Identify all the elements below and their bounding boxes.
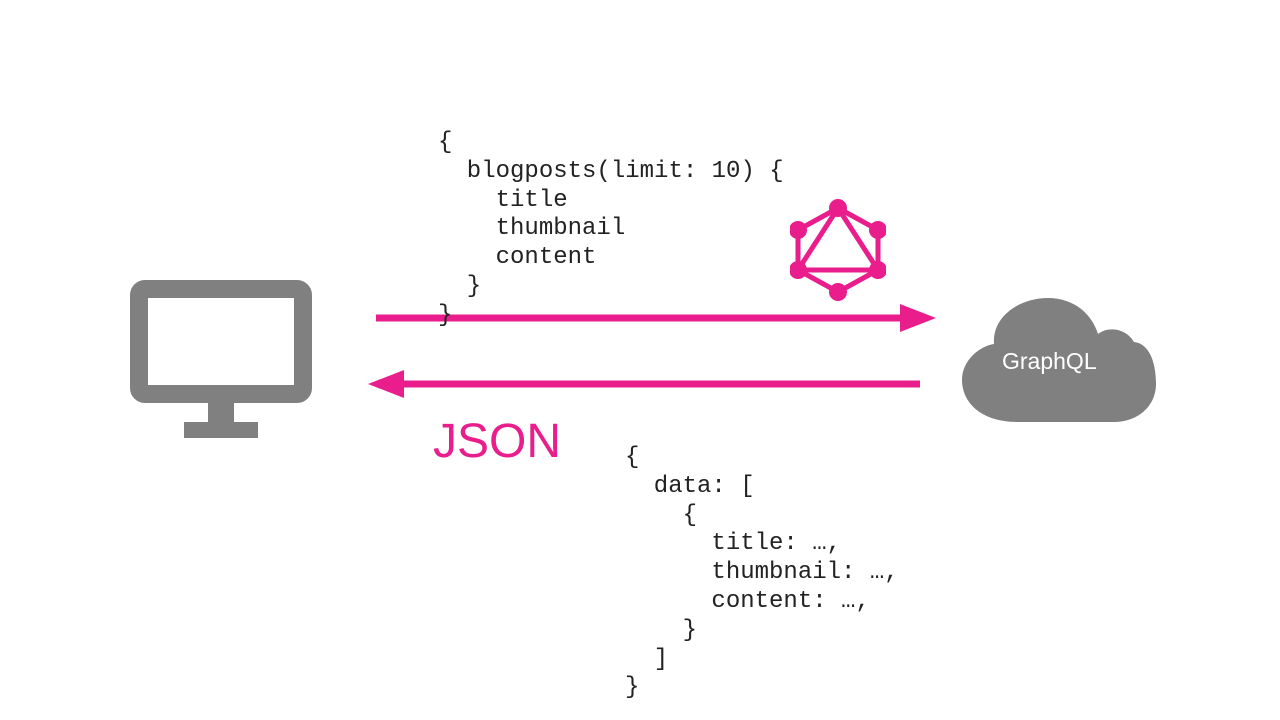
json-label: JSON xyxy=(433,414,561,469)
server-label: GraphQL xyxy=(1002,348,1097,375)
monitor-icon xyxy=(130,280,312,440)
json-response-code: { data: [ { title: …, thumbnail: …, cont… xyxy=(625,444,899,703)
diagram-canvas: GraphQL { blogposts(limit: 10) { title t… xyxy=(0,0,1280,720)
graphql-logo-icon xyxy=(790,198,886,302)
response-arrow xyxy=(368,366,924,402)
graphql-query-code: { blogposts(limit: 10) { title thumbnail… xyxy=(438,129,784,331)
